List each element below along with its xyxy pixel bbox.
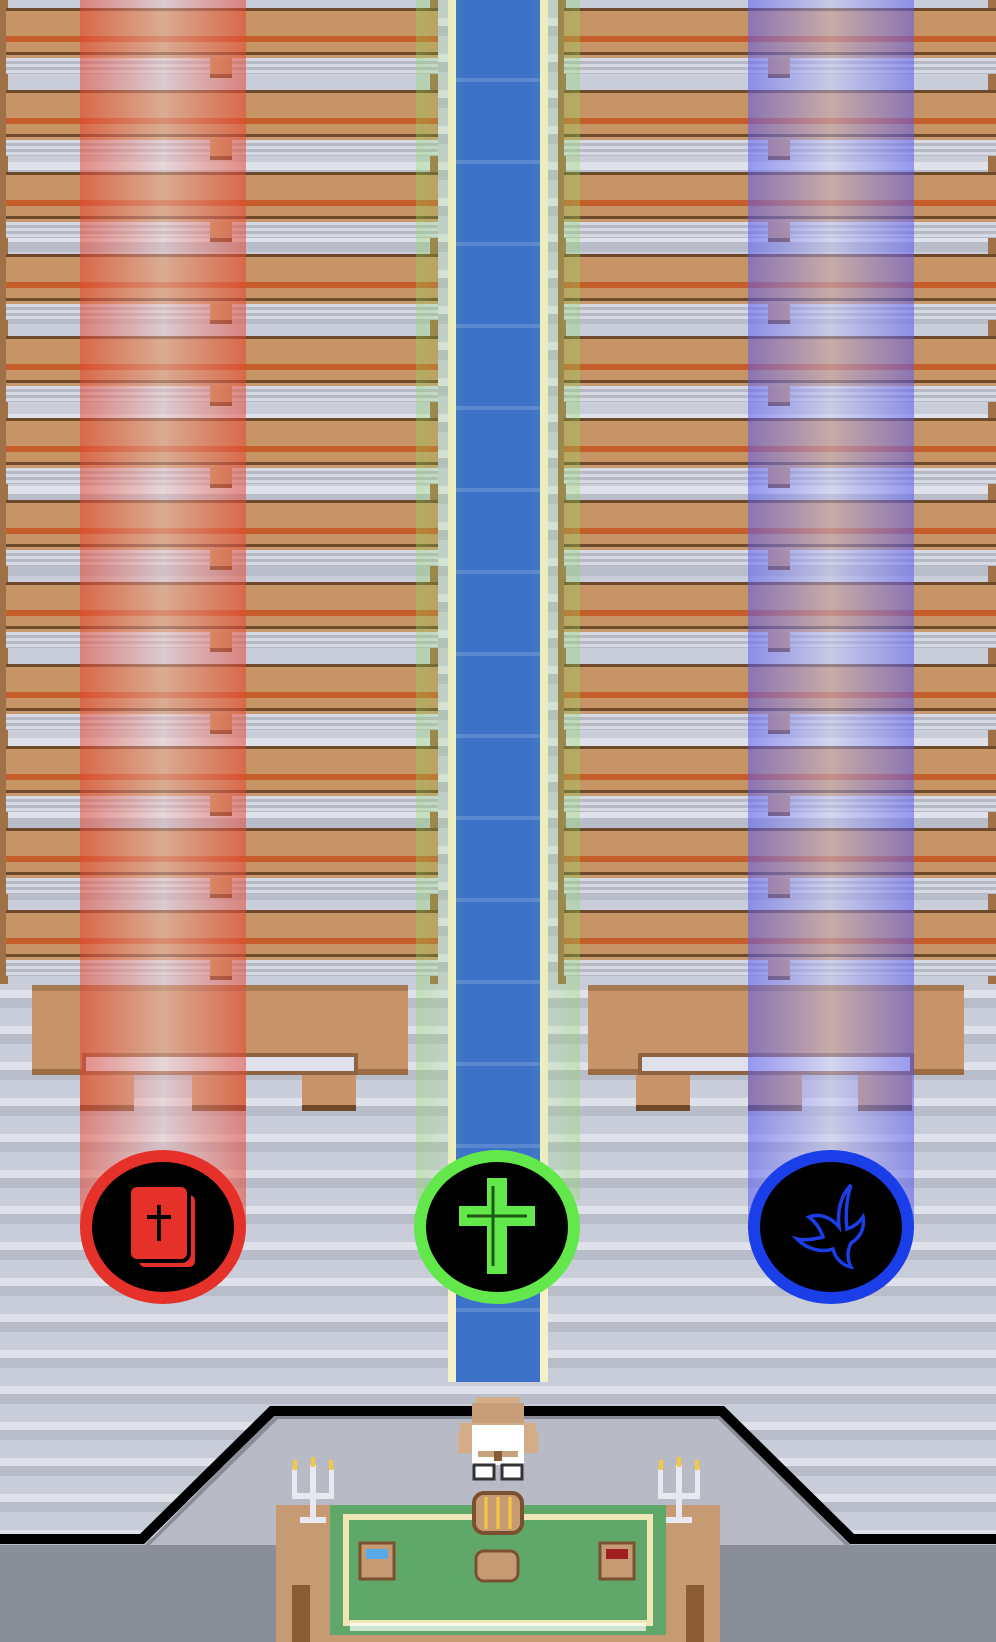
- bible-button[interactable]: [80, 1150, 246, 1304]
- bible-icon: [127, 1183, 199, 1271]
- red-light-beam: [80, 0, 246, 1230]
- blue-light-beam: [748, 0, 914, 1230]
- priest-sprite[interactable]: [452, 1395, 544, 1485]
- book-stand-blue-icon: [358, 1541, 396, 1581]
- cross-icon: [459, 1178, 535, 1274]
- dove-icon: [791, 1183, 866, 1270]
- green-light-beam: [416, 0, 580, 1200]
- cross-button[interactable]: [414, 1150, 580, 1304]
- book-stand-red-icon: [598, 1541, 636, 1581]
- dove-button[interactable]: [748, 1150, 914, 1304]
